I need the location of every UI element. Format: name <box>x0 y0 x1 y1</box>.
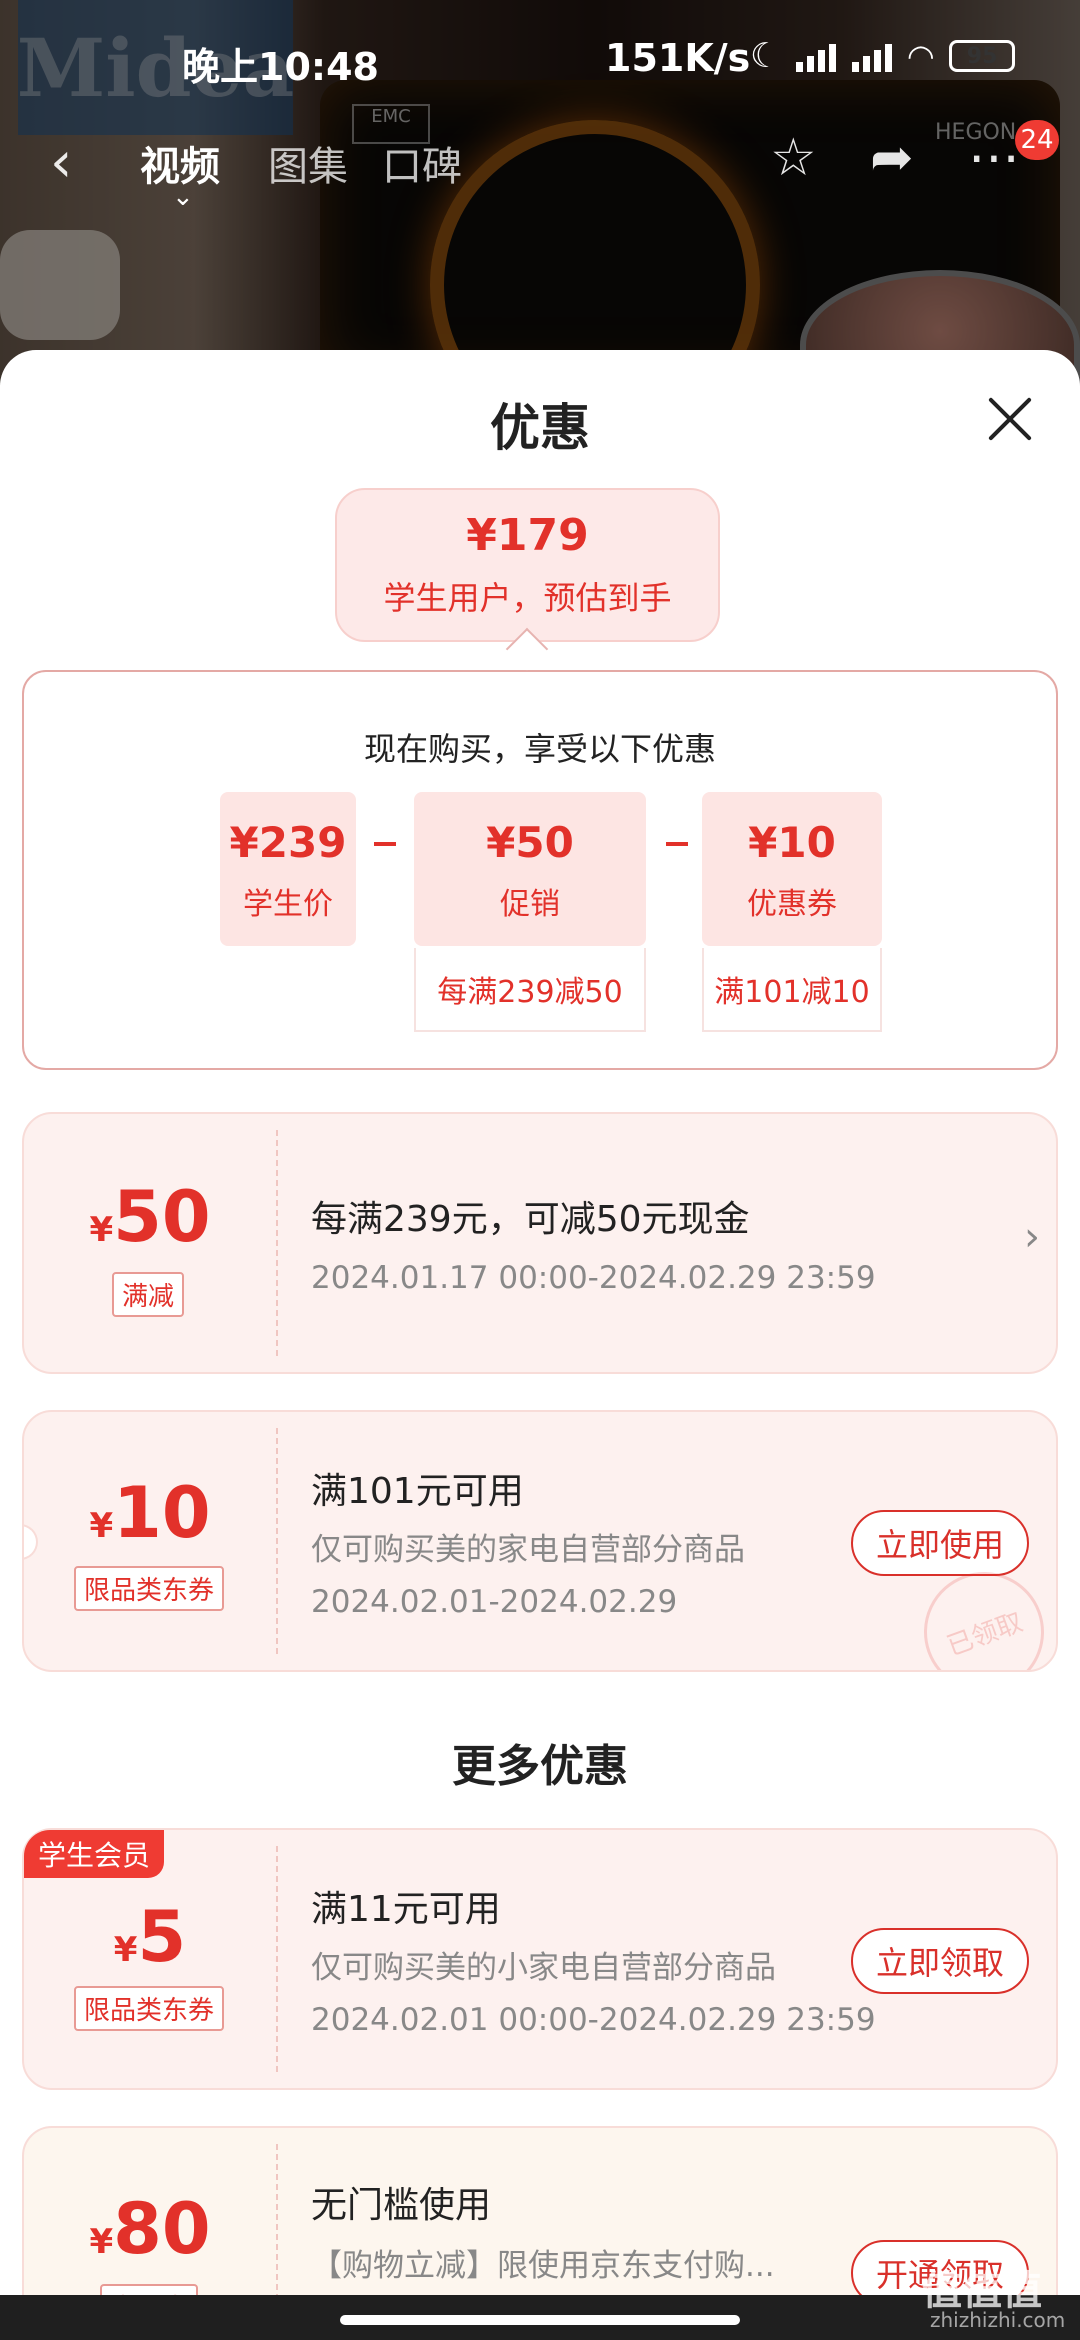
battery-icon: 95 <box>949 40 1016 72</box>
back-icon[interactable]: ‹ <box>50 130 72 195</box>
breakdown-title: 现在购买，享受以下优惠 <box>363 730 716 768</box>
status-icons: ☾ ◠ 95 <box>750 36 1016 76</box>
use-now-button[interactable]: 立即使用 <box>851 1510 1029 1576</box>
signal-icon <box>796 40 837 72</box>
coupon-card-jd-coupon: ¥10 限品类东券 满101元可用 仅可购买美的家电自营部分商品 2024.02… <box>22 1410 1058 1672</box>
promotion-rule: 每满239减50 <box>414 948 646 1032</box>
coupon-title: 满11元可用 <box>311 1889 501 1930</box>
top-nav: ‹ 视频 ⌄ 图集 口碑 ☆ ➦ ⋯ 24 <box>0 120 1080 212</box>
tab-gallery[interactable]: 图集 <box>268 134 348 192</box>
coupon-amount: ¥50 <box>89 1176 211 1258</box>
coupon-divider <box>276 1846 278 2072</box>
home-indicator[interactable] <box>340 2315 740 2325</box>
breakdown-student-price: ¥239 学生价 <box>220 792 356 946</box>
coupon-validity: 2024.02.01-2024.02.29 <box>311 1584 678 1620</box>
breakdown-label: 促销 <box>500 887 560 922</box>
coupon-rule: 满101减10 <box>702 948 882 1032</box>
signal-icon-2 <box>852 40 893 72</box>
share-icon[interactable]: ➦ <box>870 128 914 188</box>
price-breakdown: 现在购买，享受以下优惠 ¥239 学生价 ¥50 促销 每满239减50 ¥10… <box>22 670 1058 1070</box>
estimated-price-bubble: ¥179 学生用户，预估到手 <box>335 488 720 642</box>
coupon-title: 每满239元，可减50元现金 <box>311 1199 750 1240</box>
active-tab-indicator: ⌄ <box>172 182 194 212</box>
student-member-tag: 学生会员 <box>24 1830 165 1878</box>
coupon-type-tag: 满减 <box>112 1272 185 1317</box>
moon-icon: ☾ <box>750 36 781 76</box>
estimated-price-label: 学生用户，预估到手 <box>383 579 672 617</box>
favorite-star-icon[interactable]: ☆ <box>770 128 817 188</box>
coupon-scope: 仅可购买美的小家电自营部分商品 <box>311 1950 776 1986</box>
coupon-type-tag: 限品类东券 <box>74 1986 225 2031</box>
tab-reviews[interactable]: 口碑 <box>382 134 462 192</box>
breakdown-promotion: ¥50 促销 <box>414 792 646 946</box>
coupon-card-full-reduction[interactable]: ¥50 满减 每满239元，可减50元现金 2024.01.17 00:00-2… <box>22 1112 1058 1374</box>
breakdown-label: 学生价 <box>243 887 333 922</box>
coupon-type-tag: 限品类东券 <box>74 1566 225 1611</box>
coupon-scope: 【购物立减】限使用京东支付购... <box>311 2248 775 2284</box>
coupon-divider <box>276 1428 278 1654</box>
coupon-title: 无门槛使用 <box>311 2185 492 2226</box>
close-icon[interactable] <box>980 388 1040 448</box>
breakdown-coupon: ¥10 优惠券 <box>702 792 882 946</box>
breakdown-value: ¥239 <box>229 818 347 867</box>
more-icon[interactable]: ⋯ <box>968 128 1020 188</box>
coupon-scope: 仅可购买美的家电自营部分商品 <box>311 1532 745 1568</box>
sheet-title: 优惠 <box>490 399 590 457</box>
breakdown-label: 优惠券 <box>747 887 837 922</box>
wifi-icon: ◠ <box>908 37 934 75</box>
status-bar: 晚上10:48 151K/s ☾ ◠ 95 <box>0 0 1080 110</box>
status-time: 晚上10:48 <box>182 45 379 89</box>
minus-sign <box>666 842 688 846</box>
coupon-amount: ¥10 <box>89 1472 211 1554</box>
coupon-validity: 2024.01.17 00:00-2024.02.29 23:59 <box>311 1260 876 1296</box>
chevron-right-icon[interactable]: › <box>1024 1214 1040 1260</box>
coupon-card-student-member: 学生会员 ¥5 限品类东券 满11元可用 仅可购买美的小家电自营部分商品 202… <box>22 1828 1058 2090</box>
breakdown-value: ¥50 <box>486 818 574 867</box>
coupon-amount: ¥80 <box>89 2188 211 2270</box>
more-discounts-title: 更多优惠 <box>452 1741 628 1792</box>
watermark-url: zhizhizhi.com <box>930 2308 1066 2332</box>
message-badge: 24 <box>1015 120 1059 160</box>
claim-now-button[interactable]: 立即领取 <box>851 1928 1029 1994</box>
status-net-speed: 151K/s <box>605 36 751 80</box>
coupon-amount: ¥5 <box>113 1896 187 1978</box>
minus-sign <box>374 842 396 846</box>
breakdown-value: ¥10 <box>748 818 836 867</box>
coupon-title: 满101元可用 <box>311 1471 524 1512</box>
discount-sheet: 优惠 ¥179 学生用户，预估到手 现在购买，享受以下优惠 ¥239 学生价 ¥… <box>0 350 1080 2340</box>
coupon-validity: 2024.02.01 00:00-2024.02.29 23:59 <box>311 2002 876 2038</box>
estimated-price: ¥179 <box>466 510 589 561</box>
coupon-divider <box>276 1130 278 1356</box>
